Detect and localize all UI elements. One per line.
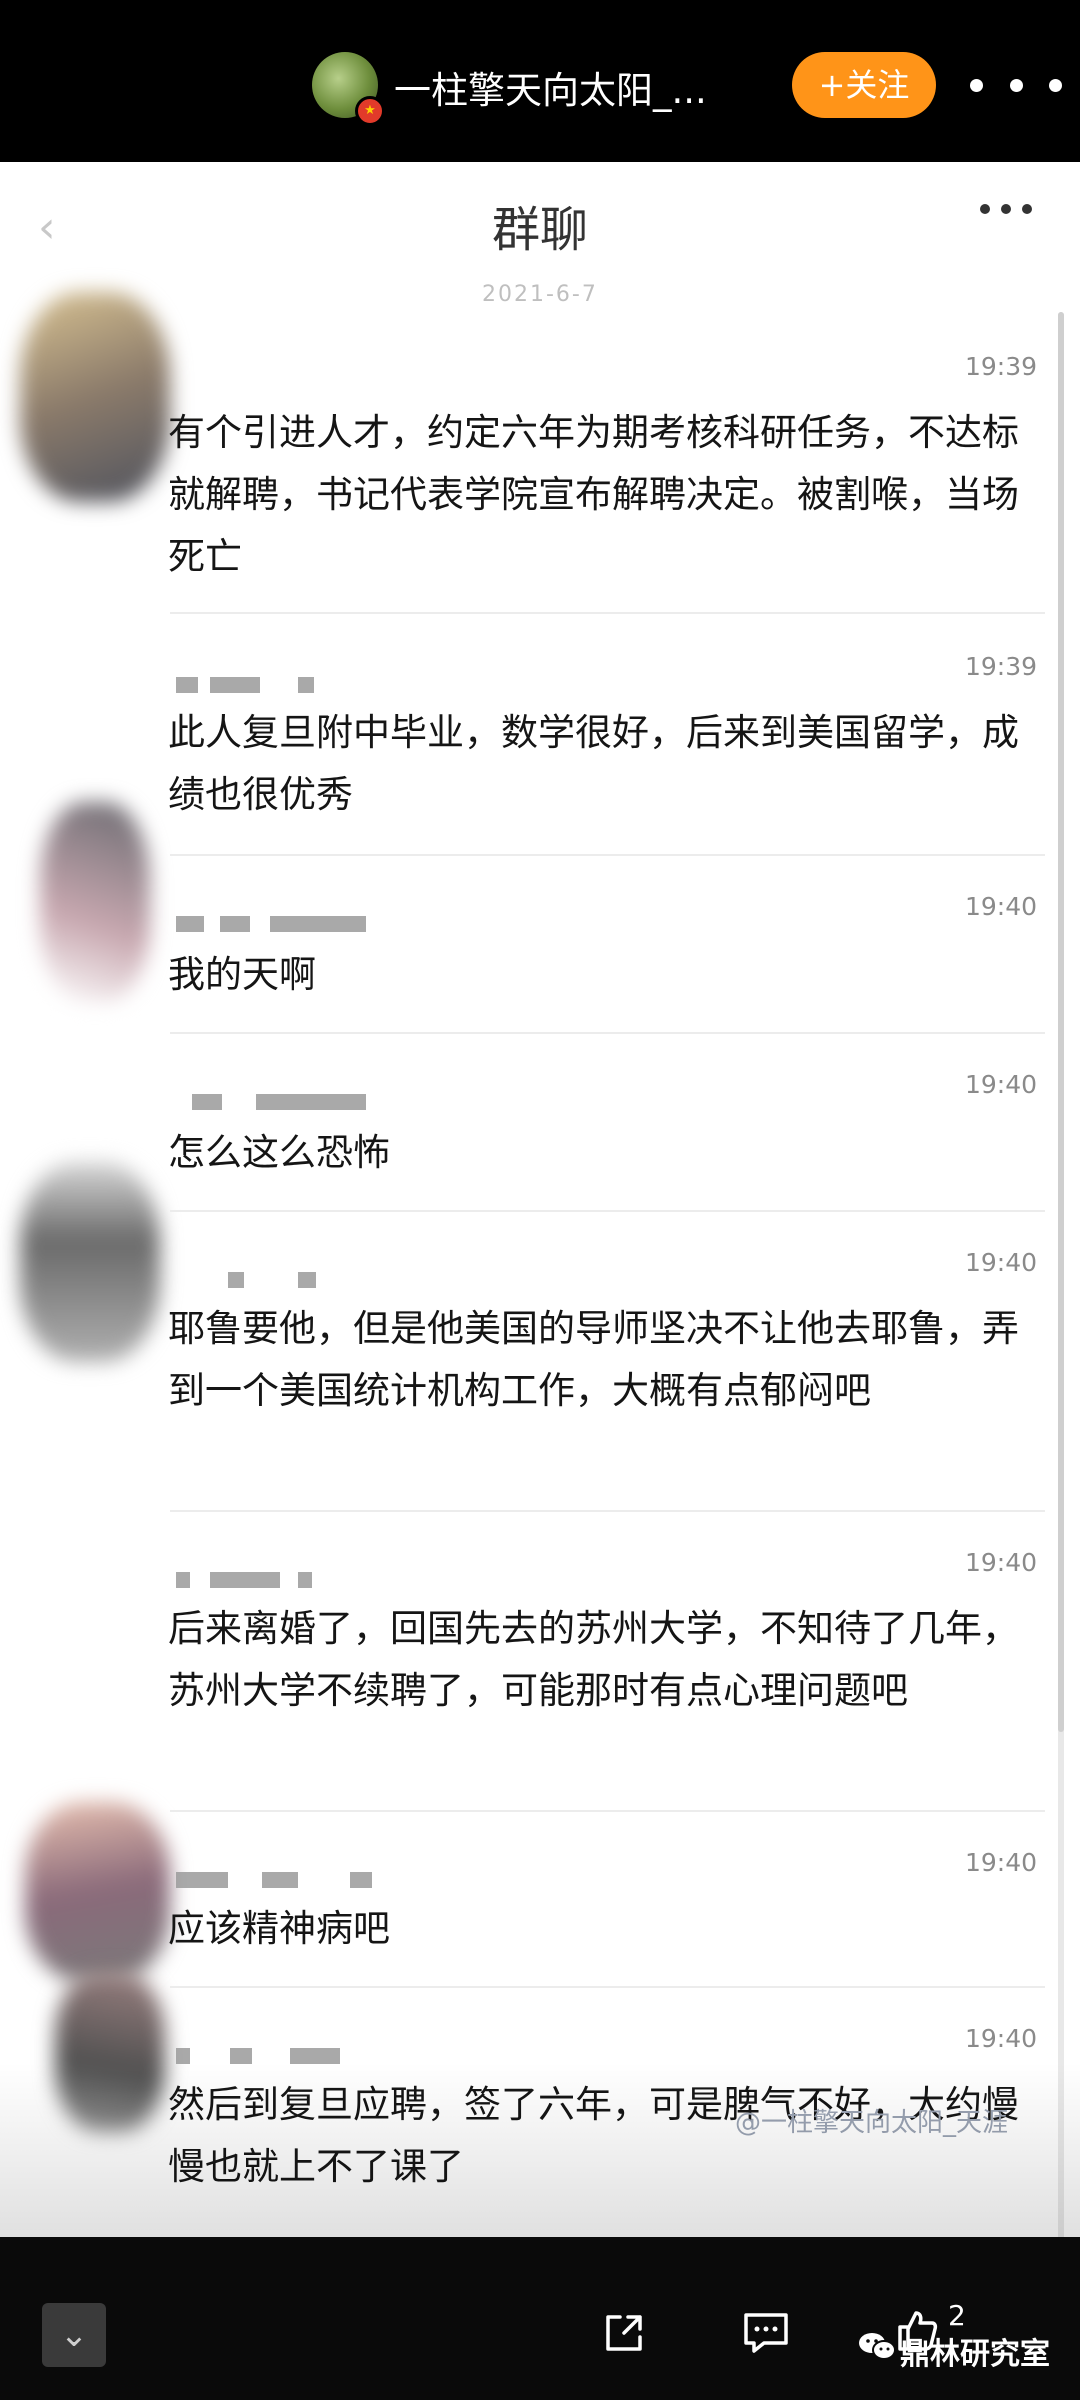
message-divider xyxy=(170,612,1045,614)
redacted-sender-name xyxy=(170,1272,370,1290)
message-text: 耶鲁要他，但是他美国的导师坚决不让他去耶鲁，弄到一个美国统计机构工作，大概有点郁… xyxy=(168,1307,1019,1412)
comment-icon[interactable] xyxy=(740,2309,792,2357)
message-time: 19:40 xyxy=(965,2024,1038,2053)
scroll-thumb xyxy=(1058,312,1064,1732)
brand-label: 鼎林研究室 xyxy=(900,2337,1050,2372)
message-time: 19:40 xyxy=(965,1070,1038,1099)
share-icon[interactable] xyxy=(600,2309,648,2357)
blurred-avatar xyxy=(25,1802,170,1982)
redacted-sender-name xyxy=(170,1872,372,1890)
message-divider xyxy=(170,1510,1045,1512)
wechat-icon xyxy=(859,2333,896,2360)
redacted-sender-name xyxy=(170,916,370,934)
chat-date: 2021-6-7 xyxy=(482,282,598,307)
message-text: 我的天啊 xyxy=(168,953,316,996)
blurred-avatar xyxy=(55,1972,165,2132)
top-bar: ★ 一柱擎天向太阳_... +关注 xyxy=(0,0,1080,162)
message-text: 后来离婚了，回国先去的苏州大学，不知待了几年，苏州大学不续聘了，可能那时有点心理… xyxy=(168,1607,1019,1712)
scrollbar xyxy=(1058,312,1064,2237)
blurred-avatar xyxy=(20,292,170,502)
verified-badge-icon: ★ xyxy=(355,96,385,126)
message-divider xyxy=(170,1210,1045,1212)
message-divider xyxy=(170,1032,1045,1034)
message-divider xyxy=(170,1810,1045,1812)
message-time: 19:40 xyxy=(965,1248,1038,1277)
like-count: 2 xyxy=(948,2299,966,2332)
bottom-bar: ⌄ 2 鼎林研究室 xyxy=(0,2237,1080,2400)
redacted-sender-name xyxy=(170,677,370,695)
message-text: 有个引进人才，约定六年为期考核科研任务，不达标就解聘，书记代表学院宣布解聘决定。… xyxy=(168,411,1019,578)
collapse-button[interactable]: ⌄ xyxy=(42,2303,106,2367)
message-time: 19:40 xyxy=(965,1848,1038,1877)
redacted-sender-name xyxy=(170,2048,370,2066)
message-time: 19:39 xyxy=(965,352,1038,381)
chat-more-icon xyxy=(980,204,1032,220)
message-divider xyxy=(170,1986,1045,1988)
chat-title: 群聊 xyxy=(491,202,588,258)
message-time: 19:40 xyxy=(965,892,1038,921)
chat-screenshot: ‹ 群聊 2021-6-7 19:39 有个引进人才，约定六年为期考核科研任务，… xyxy=(0,162,1080,2237)
message-text: 此人复旦附中毕业，数学很好，后来到美国留学，成绩也很优秀 xyxy=(168,711,1019,816)
message-time: 19:39 xyxy=(965,652,1038,681)
account-name[interactable]: 一柱擎天向太阳_... xyxy=(394,60,707,114)
blurred-avatar xyxy=(20,1162,160,1362)
redacted-sender-name xyxy=(170,1572,370,1590)
message-divider xyxy=(170,854,1045,856)
blurred-avatar xyxy=(40,802,150,1002)
more-options-icon[interactable] xyxy=(970,70,1062,100)
message-text: 怎么这么恐怖 xyxy=(168,1131,390,1174)
redacted-sender-name xyxy=(170,1094,370,1112)
message-time: 19:40 xyxy=(965,1548,1038,1577)
message-text: 应该精神病吧 xyxy=(168,1907,390,1950)
follow-button[interactable]: +关注 xyxy=(792,52,936,118)
weibo-watermark: @一柱擎天向太阳_天涯 xyxy=(735,2108,1009,2138)
